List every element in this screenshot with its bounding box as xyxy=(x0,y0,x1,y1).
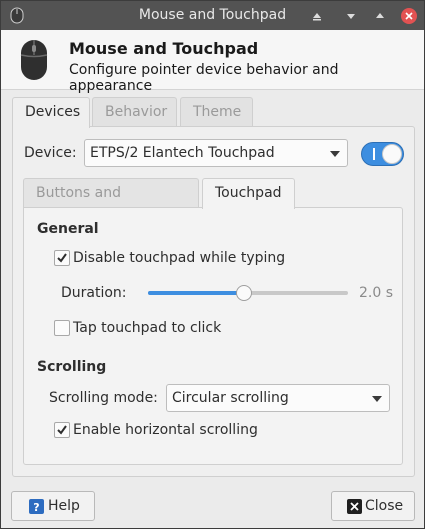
help-button-label: Help xyxy=(48,498,80,514)
header-title: Mouse and Touchpad xyxy=(69,39,259,58)
duration-slider-handle[interactable] xyxy=(236,285,252,301)
checkmark-icon xyxy=(57,253,67,263)
window-title: Mouse and Touchpad xyxy=(138,7,287,23)
tab-touchpad[interactable]: Touchpad xyxy=(202,178,295,209)
tab-behavior-label: Behavior xyxy=(105,104,168,120)
scrolling-section-title: Scrolling xyxy=(37,359,107,375)
scrolling-mode-select[interactable]: Circular scrolling xyxy=(166,384,390,412)
device-label: Device: xyxy=(24,145,77,161)
tap-to-click-checkbox[interactable] xyxy=(54,320,70,336)
duration-label: Duration: xyxy=(61,285,127,301)
tap-to-click-label: Tap touchpad to click xyxy=(73,320,222,336)
tab-devices-label: Devices xyxy=(25,104,81,120)
chevron-down-icon xyxy=(372,396,382,402)
svg-text:?: ? xyxy=(33,501,39,514)
maximize-icon[interactable] xyxy=(371,7,389,25)
toggle-on-mark xyxy=(373,148,375,160)
tab-touchpad-label: Touchpad xyxy=(215,185,282,201)
scrolling-mode-label: Scrolling mode: xyxy=(49,390,158,406)
tab-devices[interactable]: Devices xyxy=(12,97,90,128)
help-icon: ? xyxy=(29,499,44,518)
tab-theme[interactable]: Theme xyxy=(180,97,253,127)
close-icon xyxy=(347,499,362,518)
tab-behavior[interactable]: Behavior xyxy=(92,97,177,127)
horizontal-scrolling-label: Enable horizontal scrolling xyxy=(73,422,258,438)
minimize-icon[interactable] xyxy=(342,7,360,25)
shade-icon[interactable] xyxy=(308,7,326,25)
toggle-knob xyxy=(382,144,402,164)
close-button-label: Close xyxy=(365,498,404,514)
disable-while-typing-checkbox[interactable] xyxy=(54,250,70,266)
horizontal-scrolling-checkbox[interactable] xyxy=(54,422,70,438)
duration-slider-fill xyxy=(148,291,244,295)
title-bar[interactable]: Mouse and Touchpad xyxy=(1,1,424,30)
close-button[interactable]: Close xyxy=(331,491,415,521)
close-window-icon[interactable] xyxy=(400,7,418,25)
duration-value: 2.0 s xyxy=(359,285,394,301)
help-button[interactable]: ? Help xyxy=(11,491,95,521)
scrolling-mode-value: Circular scrolling xyxy=(172,390,289,406)
mouse-icon xyxy=(19,39,49,85)
disable-while-typing-label: Disable touchpad while typing xyxy=(73,250,286,266)
device-enabled-toggle[interactable] xyxy=(361,142,404,166)
device-select[interactable]: ETPS/2 Elantech Touchpad xyxy=(84,139,348,167)
chevron-down-icon xyxy=(330,151,340,157)
tab-theme-label: Theme xyxy=(193,104,242,120)
tab-buttons-feedback[interactable]: Buttons and Feedback xyxy=(23,178,199,230)
general-section-title: General xyxy=(37,221,99,237)
checkmark-icon xyxy=(57,425,67,435)
device-select-value: ETPS/2 Elantech Touchpad xyxy=(90,145,275,161)
dialog-header: Mouse and Touchpad Configure pointer dev… xyxy=(1,30,424,94)
mouse-touchpad-window: Mouse and Touchpad Mouse and Touchpad Co… xyxy=(0,0,425,529)
header-subtitle: Configure pointer device behavior and ap… xyxy=(69,62,339,94)
